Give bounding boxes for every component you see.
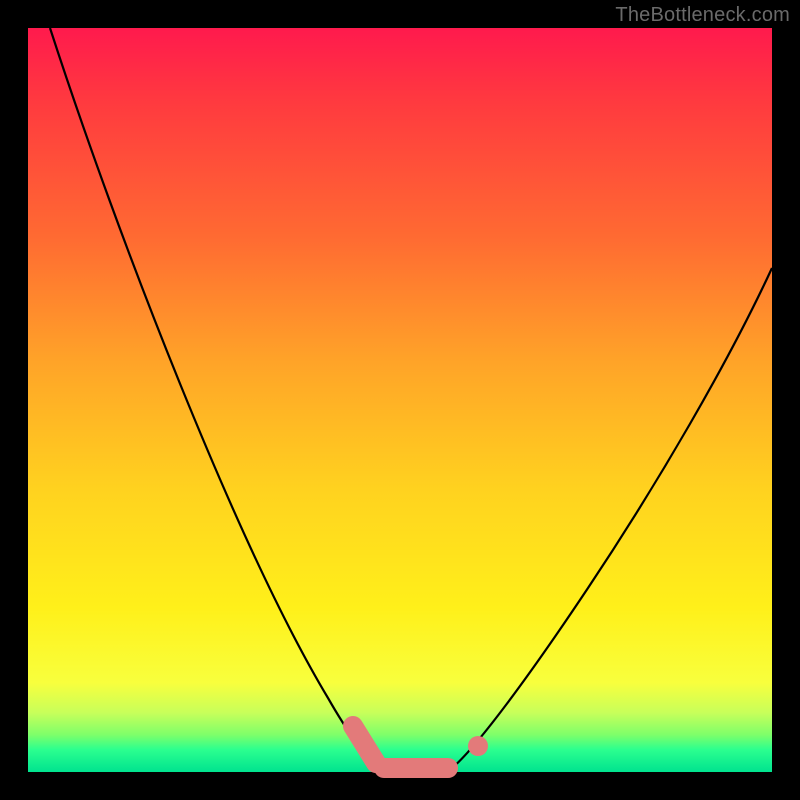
plot-area: [28, 28, 772, 772]
curve-right-branch: [452, 268, 772, 768]
chart-frame: TheBottleneck.com: [0, 0, 800, 800]
marker-right-dot: [468, 736, 488, 756]
curve-left-branch: [50, 28, 378, 768]
bottleneck-curve: [28, 28, 772, 772]
watermark-text: TheBottleneck.com: [615, 4, 790, 27]
marker-left-pill: [353, 726, 376, 763]
